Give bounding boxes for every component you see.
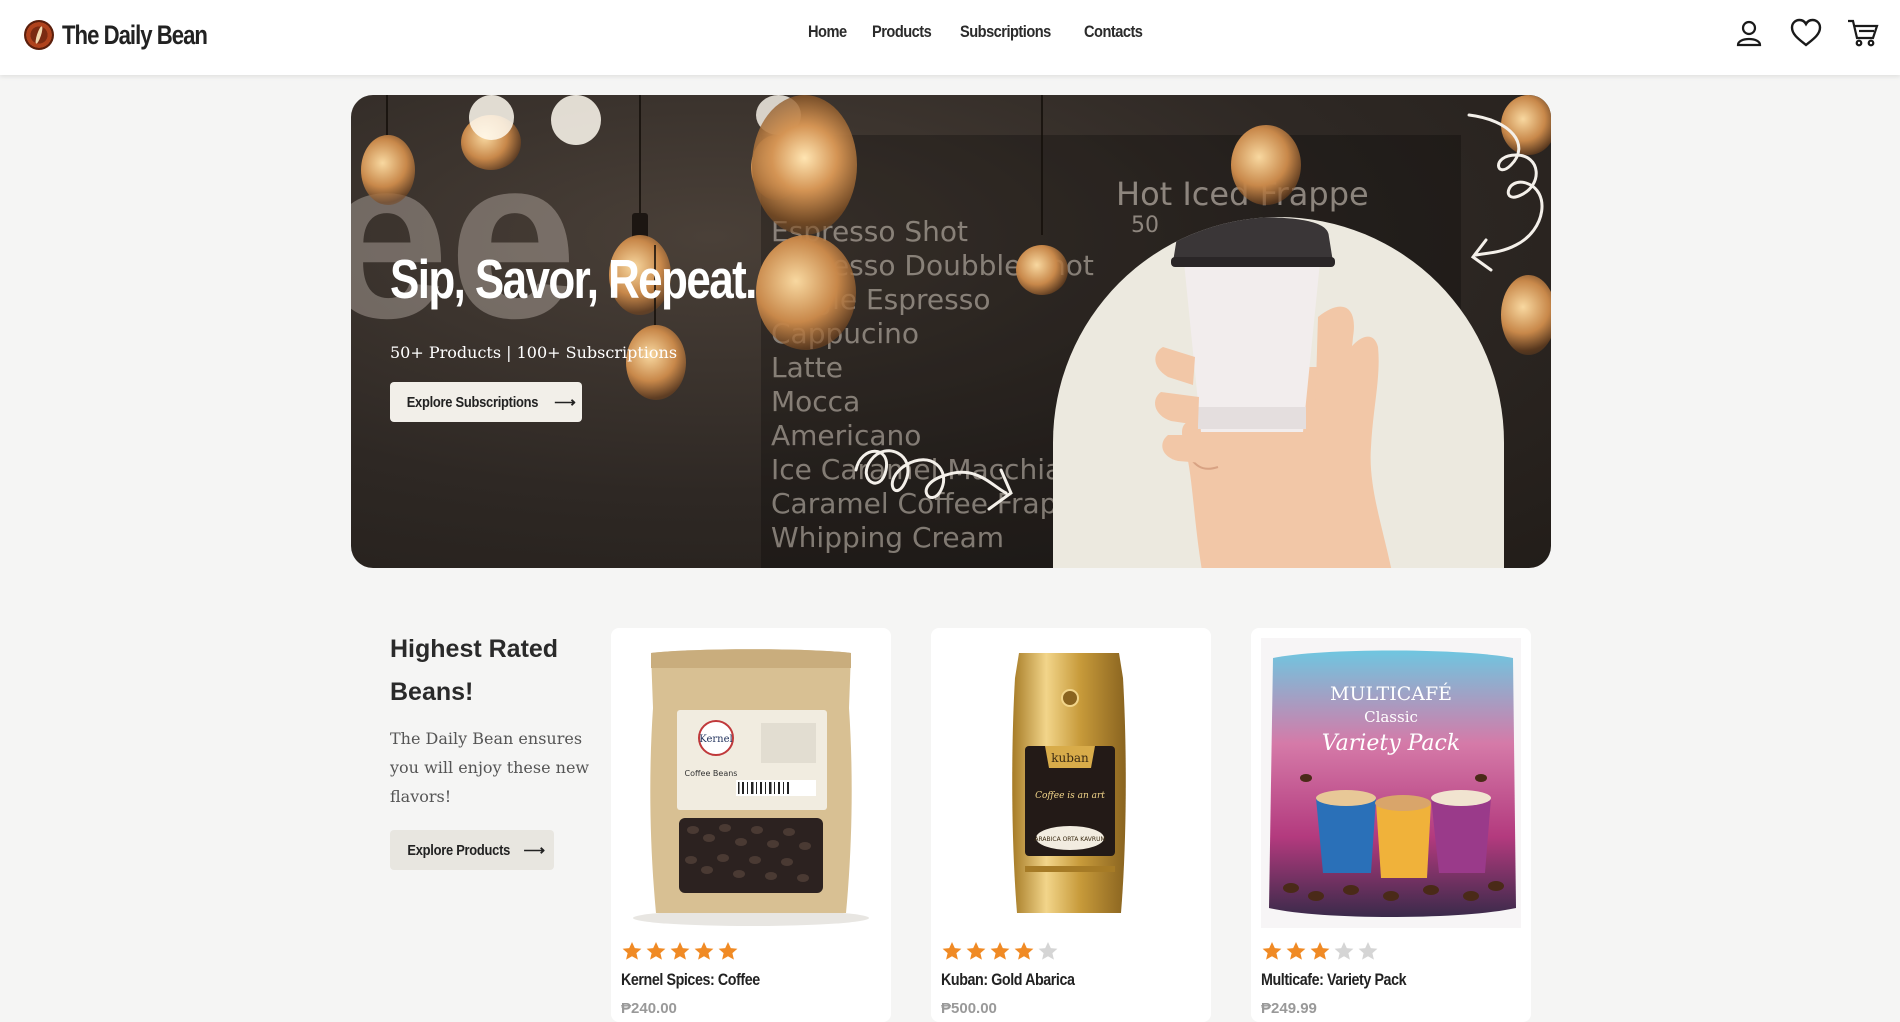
brand-name: The Daily Bean [62,19,208,50]
main-nav: Home Products Subscriptions Contacts [808,22,1152,42]
product-image: MULTICAFÉ Classic Variety Pack [1261,638,1521,928]
kuban-label-sub2: ARABICA ORTA KAVRUM [1034,836,1105,843]
nav-link-products[interactable]: Products [872,22,932,42]
star-filled-icon [1285,940,1307,967]
star-filled-icon [941,940,963,967]
brand[interactable]: The Daily Bean [24,18,239,52]
product-price: ₱500.00 [941,1000,997,1017]
heart-icon[interactable] [1789,16,1823,50]
kuban-label-logo: kuban [1051,751,1089,765]
hero-menu-item: Latte [771,351,843,384]
explore-subscriptions-button[interactable]: Explore Subscriptions ⟶ [390,382,582,422]
hero-menu-heading-sub: 50 [1131,213,1159,238]
product-image: Kernel Coffee Beans [621,638,881,928]
top-navbar: The Daily Bean Home Products Subscriptio… [0,0,1900,75]
star-filled-icon [1261,940,1283,967]
star-filled-icon [693,940,715,967]
nav-link-home[interactable]: Home [808,22,847,42]
product-card[interactable]: Kernel Coffee Beans Kernel Spices: Coffe… [611,628,891,1022]
star-filled-icon [717,940,739,967]
arrow-right-icon: ⟶ [554,394,576,411]
spiral-arrow-icon [1467,113,1544,272]
section-description: The Daily Bean ensures you will enjoy th… [390,729,590,806]
multicafe-label-sub2: Variety Pack [1322,731,1460,756]
squiggle-arrow-icon [854,449,1013,511]
hero-subtitle: 50+ Products | 100+ Subscriptions [390,343,678,362]
cart-icon[interactable] [1846,16,1880,50]
nav-link-subscriptions[interactable]: Subscriptions [960,22,1051,42]
product-card[interactable]: MULTICAFÉ Classic Variety Pack Multicafe… [1251,628,1531,1022]
product-name: Kernel Spices: Coffee [621,970,760,989]
product-name: Kuban: Gold Abarica [941,970,1075,989]
arrow-right-icon: ⟶ [523,842,545,859]
product-card[interactable]: kuban Coffee is an art ARABICA ORTA KAVR… [931,628,1211,1022]
product-name: Multicafe: Variety Pack [1261,970,1407,989]
multicafe-label-logo: MULTICAFÉ [1330,682,1452,705]
rating-stars [621,940,739,967]
star-filled-icon [965,940,987,967]
star-filled-icon [1309,940,1331,967]
product-price: ₱249.99 [1261,1000,1317,1017]
product-image: kuban Coffee is an art ARABICA ORTA KAVR… [941,638,1201,928]
hero-title: Sip, Savor, Repeat. [390,248,757,310]
explore-products-label: Explore Products [407,841,511,859]
explore-products-button[interactable]: Explore Products ⟶ [390,830,554,870]
coffee-bean-logo-icon [24,20,54,50]
star-filled-icon [989,940,1011,967]
multicafe-label-sub: Classic [1364,708,1418,726]
rating-stars [941,940,1059,967]
kuban-label-sub: Coffee is an art [1035,791,1105,801]
kernel-label-sub: Coffee Beans [685,769,738,778]
section-title: Highest Rated Beans! [390,635,559,706]
hero-menu-item: Mocca [771,385,861,418]
star-empty-icon [1333,940,1355,967]
star-filled-icon [669,940,691,967]
rating-stars [1261,940,1379,967]
nav-link-contacts[interactable]: Contacts [1084,22,1143,42]
user-icon[interactable] [1732,16,1766,50]
star-filled-icon [621,940,643,967]
nav-icons [1732,16,1880,50]
hero-banner: ee Hot Iced Frappe 50 Espresso Shot Espr… [351,95,1551,568]
product-price: ₱240.00 [621,1000,677,1017]
kernel-label-logo: Kernel [699,734,732,745]
star-empty-icon [1037,940,1059,967]
star-filled-icon [1013,940,1035,967]
star-filled-icon [645,940,667,967]
star-empty-icon [1357,940,1379,967]
explore-subscriptions-label: Explore Subscriptions [406,393,539,411]
